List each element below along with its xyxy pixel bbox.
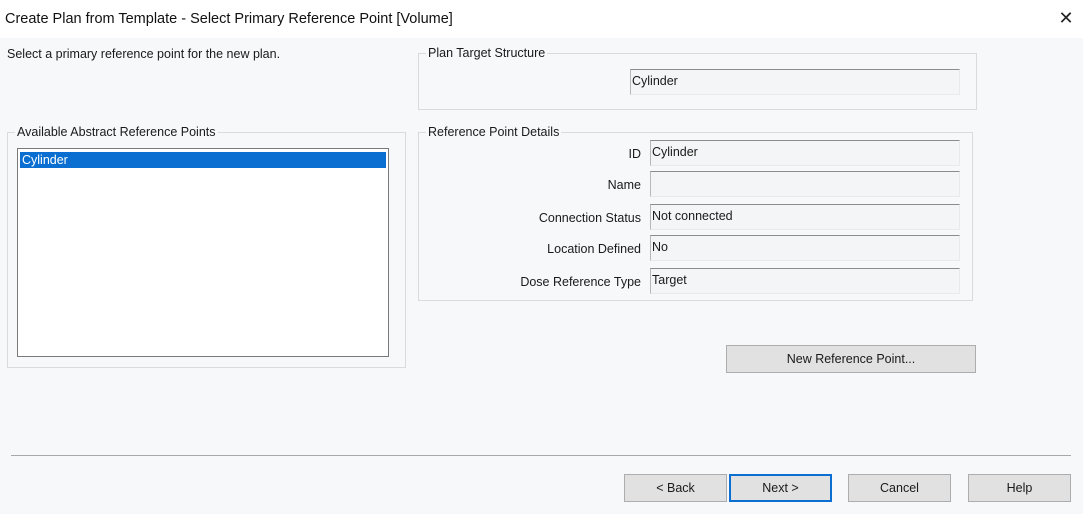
- name-field: [650, 171, 960, 197]
- id-label: ID: [628, 147, 642, 161]
- new-reference-point-button[interactable]: New Reference Point...: [726, 345, 976, 373]
- available-points-title: Available Abstract Reference Points: [15, 125, 218, 139]
- target-structure-field: Cylinder: [630, 69, 960, 95]
- plan-target-structure-title: Plan Target Structure: [426, 46, 548, 60]
- connection-status-label: Connection Status: [538, 211, 641, 225]
- connection-status-field: Not connected: [650, 204, 960, 230]
- footer-separator: [11, 455, 1071, 456]
- available-points-list[interactable]: Cylinder: [17, 148, 389, 357]
- name-label: Name: [607, 178, 641, 192]
- window-title: Create Plan from Template - Select Prima…: [5, 11, 453, 27]
- id-field: Cylinder: [650, 140, 960, 166]
- location-defined-label: Location Defined: [547, 242, 641, 256]
- close-icon[interactable]: ✕: [1055, 7, 1077, 29]
- back-button[interactable]: < Back: [624, 474, 727, 502]
- instruction-text: Select a primary reference point for the…: [7, 47, 281, 61]
- dose-reference-type-field: Target: [650, 268, 960, 294]
- next-button[interactable]: Next >: [729, 474, 832, 502]
- reference-point-details-title: Reference Point Details: [426, 125, 562, 139]
- list-item[interactable]: Cylinder: [20, 152, 386, 168]
- help-button[interactable]: Help: [968, 474, 1071, 502]
- title-bar: Create Plan from Template - Select Prima…: [0, 0, 1083, 38]
- dose-reference-type-label: Dose Reference Type: [520, 275, 641, 289]
- location-defined-field: No: [650, 235, 960, 261]
- cancel-button[interactable]: Cancel: [848, 474, 951, 502]
